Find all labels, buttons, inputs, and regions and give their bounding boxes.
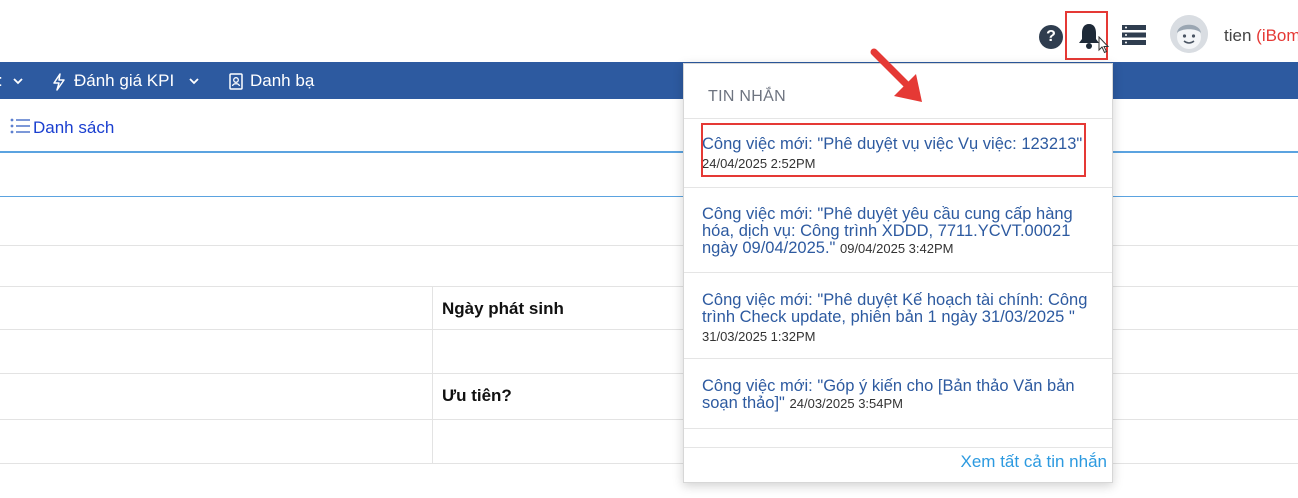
notification-time: 31/03/2025 1:32PM: [702, 329, 816, 344]
notification-text: Công việc mới: "Phê duyệt Kế hoạch tài c…: [702, 291, 1088, 326]
nav-item-label: Đánh giá KPI: [74, 71, 175, 90]
dropdown-divider: [684, 187, 1112, 188]
nav-item-previous[interactable]: :: [0, 62, 24, 99]
avatar[interactable]: [1170, 15, 1208, 53]
server-icon[interactable]: [1121, 24, 1147, 46]
nav-item-label: :: [0, 71, 3, 90]
user-menu[interactable]: tien (iBom: [1224, 26, 1298, 46]
mouse-cursor-icon: [1098, 36, 1110, 54]
notification-item[interactable]: Công việc mới: "Phê duyệt yêu cầu cung c…: [702, 206, 1097, 257]
list-view-link[interactable]: Danh sách: [33, 118, 114, 138]
notification-time: 09/04/2025 3:42PM: [839, 241, 954, 256]
bolt-icon: [53, 72, 65, 91]
column-divider: [432, 373, 433, 464]
annotation-arrow-icon: [870, 48, 922, 102]
date-field-label: Ngày phát sinh: [442, 299, 564, 318]
nav-item-contacts[interactable]: Danh bạ: [228, 62, 314, 99]
notification-highlight-box: [701, 123, 1086, 177]
user-org: (iBom: [1256, 26, 1298, 45]
dropdown-divider: [684, 447, 1112, 448]
view-all-messages-link[interactable]: Xem tất cả tin nhắn: [961, 452, 1107, 472]
dropdown-divider: [684, 428, 1112, 429]
nav-item-label: Danh bạ: [250, 71, 315, 90]
column-divider: [432, 286, 433, 374]
contact-book-icon: [229, 73, 243, 90]
priority-field-label: Ưu tiên?: [442, 386, 512, 405]
user-name: tien: [1224, 26, 1252, 45]
dropdown-divider: [684, 358, 1112, 359]
list-icon[interactable]: [10, 117, 30, 135]
chevron-down-icon: [13, 78, 24, 85]
notification-time: 24/03/2025 3:54PM: [789, 396, 903, 411]
notifications-title: TIN NHẮN: [708, 88, 786, 105]
help-icon[interactable]: ?: [1039, 25, 1063, 49]
notification-item[interactable]: Công việc mới: "Phê duyệt Kế hoạch tài c…: [702, 292, 1097, 345]
avatar-face-icon: [1170, 15, 1208, 53]
notification-item[interactable]: Công việc mới: "Góp ý kiến cho [Bản thảo…: [702, 378, 1097, 412]
dropdown-divider: [684, 272, 1112, 273]
nav-item-kpi[interactable]: Đánh giá KPI: [52, 62, 199, 99]
chevron-down-icon: [189, 78, 199, 85]
